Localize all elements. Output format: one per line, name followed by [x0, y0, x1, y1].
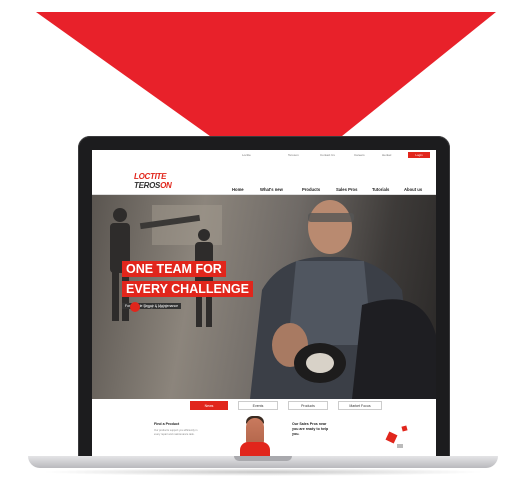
find-product-text-1: Our products support you efficiently in	[154, 429, 198, 432]
laptop-screen: Loctite Teroson Contact Us Careers Henke…	[92, 150, 436, 456]
logo-line2: TEROSON	[134, 181, 172, 190]
nav-tutorials[interactable]: Tutorials	[372, 187, 389, 192]
top-utility-bar: Loctite Teroson Contact Us Careers Henke…	[92, 150, 436, 160]
site-header: LOCTITE TEROSON Home What's new Products…	[92, 160, 436, 195]
hero-photo	[110, 200, 436, 399]
toplink-0[interactable]: Loctite	[242, 153, 251, 157]
sales-pros-title-3: you.	[292, 432, 300, 436]
find-product-title[interactable]: Find a Product	[154, 422, 179, 426]
tab-news[interactable]: News	[190, 401, 228, 410]
login-button-label: Login	[415, 153, 423, 157]
hero-banner: ONE TEAM FOR EVERY CHALLENGE For Vehicle…	[92, 195, 436, 399]
nav-about-us[interactable]: About us	[404, 187, 422, 192]
hero-headline-1: ONE TEAM FOR	[122, 261, 226, 277]
toplink-3[interactable]: Careers	[354, 153, 365, 157]
sales-pros-title-2: you are ready to help	[292, 427, 329, 431]
product-image-3	[397, 444, 403, 448]
laptop-notch	[234, 456, 292, 461]
toplink-4[interactable]: Henkel	[382, 153, 391, 157]
sales-pro-shirt	[240, 442, 270, 456]
nav-whats-new[interactable]: What's new	[260, 187, 283, 192]
login-button[interactable]: Login	[408, 152, 430, 158]
content-tabs: News Events Products Market Focus	[92, 399, 436, 411]
toplink-1[interactable]: Teroson	[288, 153, 299, 157]
video-caption: Play video	[144, 305, 168, 309]
nav-products[interactable]: Products	[302, 187, 320, 192]
nav-home[interactable]: Home	[232, 187, 244, 192]
nav-sales-pros[interactable]: Sales Pros	[336, 187, 357, 192]
laptop-shadow	[40, 468, 486, 476]
tab-products[interactable]: Products	[288, 401, 328, 410]
tab-market-focus[interactable]: Market Focus	[338, 401, 382, 410]
play-video-button[interactable]	[130, 302, 140, 312]
hero-headline-2: EVERY CHALLENGE	[122, 281, 253, 297]
sales-pro-photo	[246, 418, 264, 444]
sales-pros-title-1: Our Sales Pros near	[292, 422, 327, 426]
tab-events[interactable]: Events	[238, 401, 278, 410]
logo-line1: LOCTITE	[134, 172, 167, 181]
find-product-text-2: every repair and maintenance task.	[154, 433, 195, 436]
toplink-2[interactable]: Contact Us	[320, 153, 335, 157]
